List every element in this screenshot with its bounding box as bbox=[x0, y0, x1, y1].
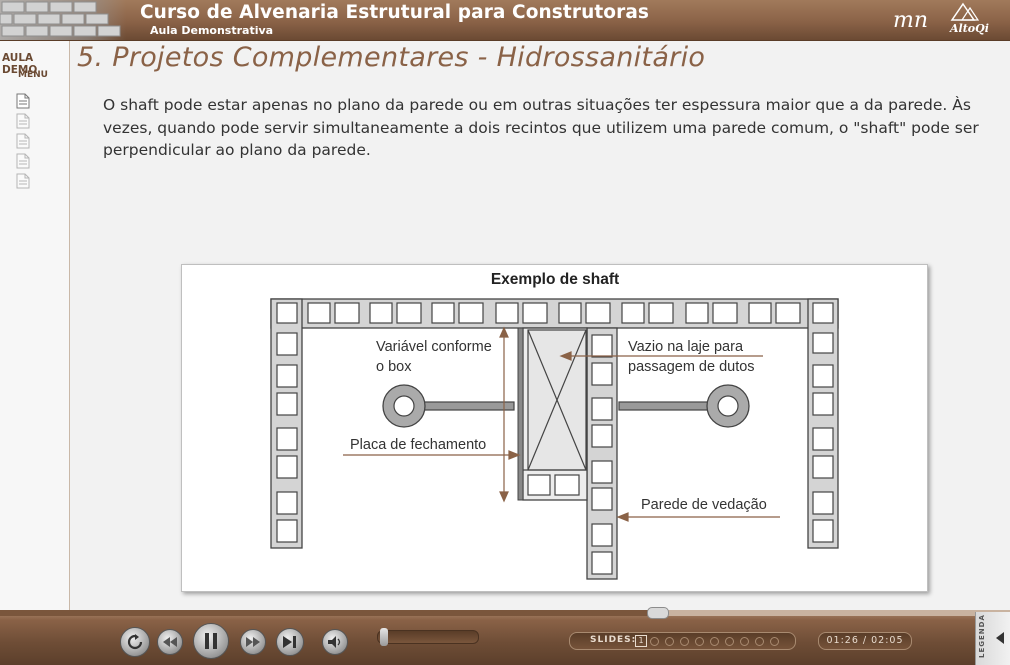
document-icon bbox=[16, 113, 30, 129]
menu-item-2[interactable] bbox=[16, 113, 30, 129]
slide-dot[interactable] bbox=[725, 637, 734, 646]
label-variavel-2: o box bbox=[376, 359, 412, 375]
course-subtitle: Aula Demonstrativa bbox=[150, 24, 274, 37]
volume-knob[interactable] bbox=[380, 628, 388, 646]
header-bar: Curso de Alvenaria Estrutural para Const… bbox=[0, 0, 1010, 41]
menu-item-3[interactable] bbox=[16, 133, 30, 149]
label-vazio-1: Vazio na laje para bbox=[628, 339, 744, 355]
label-variavel-1: Variável conforme bbox=[376, 339, 492, 355]
page-title: 5. Projetos Complementares - Hidrossanit… bbox=[77, 42, 706, 73]
rewind-icon bbox=[163, 637, 177, 647]
label-parede: Parede de vedação bbox=[641, 497, 767, 513]
leader-parede bbox=[616, 512, 780, 522]
volume-button[interactable] bbox=[322, 629, 348, 655]
brick-wall-logo bbox=[0, 0, 126, 40]
progress-knob[interactable] bbox=[646, 607, 669, 619]
dimension-arrow bbox=[499, 326, 509, 503]
document-icon bbox=[16, 153, 30, 169]
menu-item-4[interactable] bbox=[16, 153, 30, 169]
slide-dot[interactable] bbox=[770, 637, 779, 646]
slide-dot[interactable] bbox=[650, 637, 659, 646]
label-vazio-2: passagem de dutos bbox=[628, 359, 755, 375]
document-icon bbox=[16, 133, 30, 149]
fast-forward-button[interactable] bbox=[240, 629, 266, 655]
slides-navigator: SLIDES: 1 bbox=[569, 632, 796, 650]
rewind-button[interactable] bbox=[157, 629, 183, 655]
replay-icon bbox=[127, 634, 143, 650]
content-paragraph: O shaft pode estar apenas no plano da pa… bbox=[103, 96, 979, 159]
altoqi-logo-mark-icon bbox=[950, 2, 980, 21]
progress-track[interactable] bbox=[0, 607, 1010, 619]
pipe-right bbox=[618, 384, 750, 428]
slide-dot[interactable] bbox=[755, 637, 764, 646]
next-button[interactable] bbox=[276, 628, 304, 656]
document-icon bbox=[16, 93, 30, 109]
speaker-icon bbox=[328, 636, 341, 648]
shaft-box bbox=[523, 329, 587, 471]
volume-slider[interactable] bbox=[377, 628, 479, 646]
menu-item-5[interactable] bbox=[16, 173, 30, 189]
course-title: Curso de Alvenaria Estrutural para Const… bbox=[140, 2, 650, 23]
legenda-label: LEGENDA bbox=[978, 614, 986, 658]
slide-dot[interactable] bbox=[740, 637, 749, 646]
label-placa: Placa de fechamento bbox=[350, 437, 486, 453]
replay-button[interactable] bbox=[120, 627, 150, 657]
menu-item-1[interactable] bbox=[16, 93, 30, 109]
slides-label: SLIDES: bbox=[590, 635, 637, 645]
document-icon bbox=[16, 173, 30, 189]
slide-dot[interactable] bbox=[710, 637, 719, 646]
closing-plate bbox=[517, 327, 524, 501]
menu-label[interactable]: MENU bbox=[18, 70, 48, 80]
legenda-panel[interactable]: LEGENDA bbox=[975, 612, 1010, 665]
slide-dot[interactable] bbox=[665, 637, 674, 646]
altoqi-logo-text: AltoQi bbox=[950, 22, 989, 35]
fast-forward-icon bbox=[246, 637, 260, 647]
time-display: 01:26 / 02:05 bbox=[818, 632, 912, 650]
expand-arrow-icon[interactable] bbox=[996, 632, 1004, 644]
next-icon bbox=[283, 636, 296, 648]
pause-icon bbox=[205, 633, 217, 649]
altoqi-logo: AltoQi bbox=[948, 2, 994, 38]
pipe-left bbox=[382, 384, 515, 428]
slide-dot[interactable] bbox=[680, 637, 689, 646]
progress-fill bbox=[0, 610, 657, 616]
slide-dot[interactable] bbox=[695, 637, 704, 646]
mn-logo: mn bbox=[893, 8, 929, 33]
sidebar: AULA DEMO MENU bbox=[0, 41, 70, 610]
figure-title: Exemplo de shaft bbox=[491, 271, 619, 288]
shaft-figure: Exemplo de shaft Variável conforme o box… bbox=[181, 264, 928, 592]
pause-button[interactable] bbox=[193, 623, 229, 659]
current-slide[interactable]: 1 bbox=[635, 635, 647, 647]
